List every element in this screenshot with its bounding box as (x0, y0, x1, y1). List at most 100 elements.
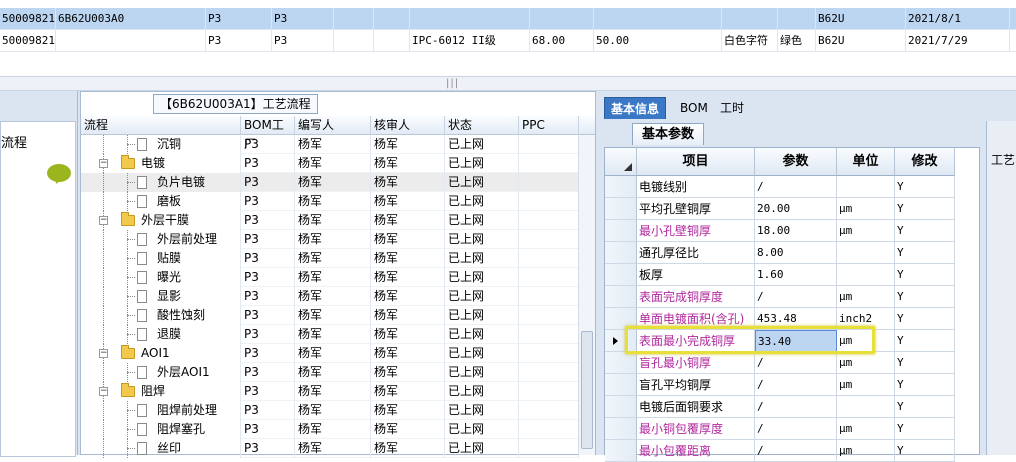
tree-cell-writer: 杨军 (295, 173, 371, 192)
row-indicator[interactable] (605, 440, 637, 462)
tree-row[interactable]: 外层前处理 P3 杨军 杨军 已上网 (81, 230, 581, 249)
param-cell-value[interactable]: / (755, 396, 837, 418)
tree-row[interactable]: 磨板 P3 杨军 杨军 已上网 (81, 192, 581, 211)
param-cell-value[interactable]: / (755, 176, 837, 198)
tab-bom[interactable]: BOM (674, 97, 714, 119)
tree-guide-line (103, 249, 104, 268)
param-cell-value[interactable]: 20.00 (755, 198, 837, 220)
tree-row[interactable]: 沉铜 P3 杨军 杨军 已上网 (81, 135, 581, 154)
order-cell: P3 (272, 30, 334, 52)
param-cell-value[interactable]: / (755, 440, 837, 462)
param-cell-value[interactable]: / (755, 286, 837, 308)
collapse-toggle-icon[interactable]: − (99, 159, 108, 168)
param-row[interactable]: 板厚 1.60 Y (605, 264, 979, 286)
order-cell: 500098212 (0, 30, 56, 52)
tree-col-header[interactable]: PPC (519, 116, 579, 135)
param-cell-value[interactable]: 1.60 (755, 264, 837, 286)
param-cell-mod: Y (895, 198, 955, 220)
param-cell-item: 电镀后面铜要求 (637, 396, 755, 418)
row-indicator[interactable] (605, 198, 637, 220)
param-row[interactable]: 盲孔平均铜厚 / μm Y (605, 374, 979, 396)
tab-basic-info[interactable]: 基本信息 (604, 97, 667, 119)
param-row[interactable]: 盲孔最小铜厚 / μm Y (605, 352, 979, 374)
left-nav-label[interactable]: 流程 (1, 132, 27, 151)
collapse-toggle-icon[interactable]: − (99, 349, 108, 358)
tree-row[interactable]: 曝光 P3 杨军 杨军 已上网 (81, 268, 581, 287)
tree-col-header[interactable]: 状态 (445, 116, 519, 135)
param-row[interactable]: 最小孔壁铜厚 18.00 μm Y (605, 220, 979, 242)
tree-cell-bom: P3 (241, 173, 295, 192)
row-indicator[interactable] (605, 176, 637, 198)
tree-row[interactable]: − 外层干膜 P3 杨军 杨军 已上网 (81, 211, 581, 230)
param-col-header[interactable]: 参数 (755, 148, 837, 176)
row-indicator[interactable] (605, 352, 637, 374)
tree-row[interactable]: 阻焊塞孔 P3 杨军 杨军 已上网 (81, 420, 581, 439)
folder-icon (121, 383, 135, 397)
param-cell-value[interactable]: 8.00 (755, 242, 837, 264)
tree-row[interactable]: 负片电镀 P3 杨军 杨军 已上网 (81, 173, 581, 192)
tree-cell-writer: 杨军 (295, 420, 371, 439)
tree-cell-ppc (519, 230, 579, 249)
tree-row[interactable]: 显影 P3 杨军 杨军 已上网 (81, 287, 581, 306)
tree-row[interactable]: − 电镀 P3 杨军 杨军 已上网 (81, 154, 581, 173)
tree-col-header[interactable]: 流程 (81, 116, 241, 135)
order-cell (334, 8, 374, 30)
param-row[interactable]: 通孔厚径比 8.00 Y (605, 242, 979, 264)
tree-col-header[interactable]: 编写人 (295, 116, 371, 135)
left-nav-content: 流程 (0, 121, 76, 457)
param-row[interactable]: 最小包覆距离 / μm Y (605, 440, 979, 462)
param-cell-value[interactable]: / (755, 374, 837, 396)
collapse-toggle-icon[interactable]: − (99, 216, 108, 225)
row-indicator[interactable] (605, 220, 637, 242)
param-row[interactable]: 表面完成铜厚度 / μm Y (605, 286, 979, 308)
tree-row[interactable]: − AOI1 P3 杨军 杨军 已上网 (81, 344, 581, 363)
folder-icon (121, 155, 135, 169)
row-indicator[interactable] (605, 286, 637, 308)
tree-row[interactable]: 酸性蚀刻 P3 杨军 杨军 已上网 (81, 306, 581, 325)
tree-cell-bom: P3 (241, 135, 295, 154)
subtab-basic-params[interactable]: 基本参数 (632, 123, 704, 145)
param-col-header[interactable]: 单位 (837, 148, 895, 176)
param-row[interactable]: 平均孔壁铜厚 20.00 μm Y (605, 198, 979, 220)
tree-cell-status: 已上网 (445, 268, 519, 287)
param-col-header[interactable]: 修改 (895, 148, 955, 176)
param-col-header[interactable]: 项目 (637, 148, 755, 176)
tree-row[interactable]: 贴膜 P3 杨军 杨军 已上网 (81, 249, 581, 268)
tree-col-header[interactable]: BOM工厂 (241, 116, 295, 151)
row-indicator[interactable] (605, 264, 637, 286)
param-cell-value[interactable]: / (755, 418, 837, 440)
collapse-toggle-icon[interactable]: − (99, 387, 108, 396)
param-row[interactable]: 最小铜包覆厚度 / μm Y (605, 418, 979, 440)
param-cell-mod: Y (895, 374, 955, 396)
tree-cell-bom: P3 (241, 344, 295, 363)
row-indicator[interactable] (605, 396, 637, 418)
document-icon (137, 176, 147, 189)
row-indicator[interactable] (605, 374, 637, 396)
param-cell-value[interactable]: / (755, 352, 837, 374)
order-row[interactable]: 500098212 6B62U003A0 P3 P3 B62U 2021/8/1 (0, 8, 1016, 30)
param-row[interactable]: 电镀后面铜要求 / Y (605, 396, 979, 418)
tree-node-label: 外层AOI1 (157, 365, 210, 379)
tree-vertical-scrollbar[interactable] (578, 135, 595, 455)
param-row[interactable]: 电镀线别 / Y (605, 176, 979, 198)
row-indicator[interactable] (605, 418, 637, 440)
tree-col-header[interactable]: 核审人 (371, 116, 445, 135)
side-panel-label[interactable]: 工艺 (991, 151, 1015, 168)
tree-guide-line (103, 325, 104, 344)
splitter-grip-icon[interactable]: ||| (446, 78, 459, 89)
tree-row[interactable]: 阻焊前处理 P3 杨军 杨军 已上网 (81, 401, 581, 420)
tree-row[interactable]: − 阻焊 P3 杨军 杨军 已上网 (81, 382, 581, 401)
tree-row[interactable]: 外层AOI1 P3 杨军 杨军 已上网 (81, 363, 581, 382)
tree-row[interactable]: 丝印 P3 杨军 杨军 已上网 (81, 439, 581, 458)
tree-node-label: 显影 (157, 289, 182, 303)
horizontal-splitter[interactable]: ||| (0, 76, 1016, 91)
order-row[interactable]: 500098212 P3 P3 IPC-6012 II级 68.00 50.00 白色字符绿… (0, 30, 1016, 52)
param-cell-value[interactable]: 18.00 (755, 220, 837, 242)
chat-bubble-icon[interactable] (47, 164, 71, 184)
tree-row[interactable]: 退膜 P3 杨军 杨军 已上网 (81, 325, 581, 344)
row-indicator[interactable] (605, 242, 637, 264)
tab-work-hours[interactable]: 工时 (714, 97, 750, 119)
scrollbar-thumb[interactable] (581, 331, 593, 449)
left-nav-panel: 流程 (0, 91, 78, 457)
tree-cell-bom: P3 (241, 382, 295, 401)
